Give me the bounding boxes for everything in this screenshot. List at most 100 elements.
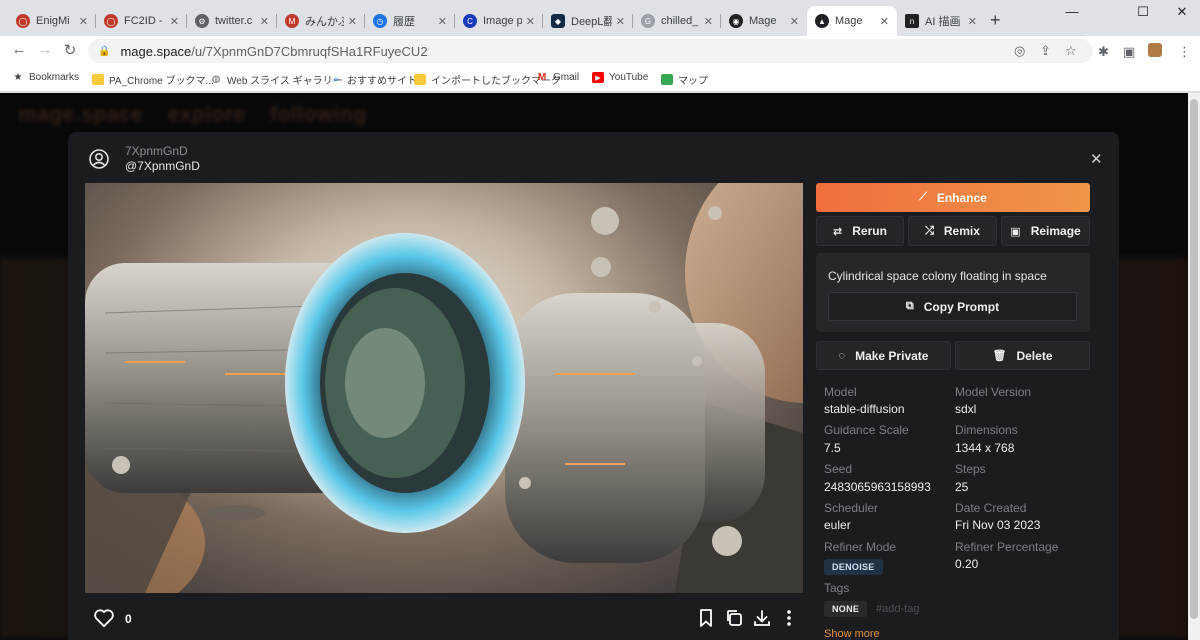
close-tab-icon[interactable]: ✕ (616, 15, 625, 28)
seed-label: Seed (824, 462, 853, 476)
search-icon: ⌕ (333, 74, 339, 85)
close-tab-icon[interactable]: ✕ (438, 15, 447, 28)
model-value: stable-diffusion (824, 402, 905, 416)
globe-icon: ◍ (211, 74, 221, 85)
bookmark-label: PA_Chrome ブックマ... (109, 76, 214, 87)
remix-label: Remix (943, 224, 980, 238)
bookmark-item[interactable]: マップ (661, 72, 708, 87)
reload-icon[interactable]: ↻ (61, 41, 79, 59)
reimage-button[interactable]: ▣ Reimage (1001, 216, 1090, 246)
profile-avatar[interactable] (1148, 43, 1162, 57)
tab-10[interactable]: n AI 描画 ✕ (897, 6, 985, 36)
side-panel-icon[interactable]: ▣ (1123, 44, 1135, 60)
bookmark-star-icon[interactable]: ☆ (1065, 43, 1077, 59)
guidance-label: Guidance Scale (824, 423, 909, 437)
extensions-puzzle-icon[interactable]: ✱ (1098, 44, 1109, 60)
close-tab-icon[interactable]: ✕ (968, 15, 977, 28)
model-version-value: sdxl (955, 402, 977, 416)
eye-off-icon: ◌ (838, 349, 846, 362)
heart-icon[interactable] (93, 608, 115, 628)
bookmark-icon[interactable] (699, 609, 713, 627)
scrollbar-thumb[interactable] (1190, 99, 1198, 619)
username[interactable]: 7XpnmGnD (125, 144, 188, 158)
copy-prompt-button[interactable]: ⧉ Copy Prompt (828, 292, 1077, 321)
lock-icon[interactable]: 🔒 (98, 46, 110, 57)
tab-strip: ◯ EnigMi ✕ ◯ FC2ID - ✕ ⚙ twitter.c ✕ M み… (0, 0, 1200, 36)
rerun-button[interactable]: ⇄ Rerun (816, 216, 904, 246)
minimize-button[interactable]: — (1062, 4, 1082, 19)
url-path: /u/7XpnmGnD7CbmruqfSHa1RFuyeCU2 (191, 43, 428, 59)
close-window-button[interactable]: ✕ (1172, 4, 1192, 20)
tab-title: DeepL翻 (571, 16, 612, 28)
mage-icon: ◉ (729, 14, 743, 28)
tab-5[interactable]: C Image p ✕ (455, 6, 543, 36)
download-icon[interactable] (753, 609, 771, 627)
tab-title: みんかぶ (305, 16, 344, 28)
close-tab-icon[interactable]: ✕ (79, 15, 88, 28)
close-tab-icon[interactable]: ✕ (790, 15, 799, 28)
close-tab-icon[interactable]: ✕ (170, 15, 179, 28)
deepl-icon: ◆ (551, 14, 565, 28)
tab-4[interactable]: ◷ 履歴 ✕ (365, 6, 455, 36)
opera-icon: ◯ (104, 14, 118, 28)
tab-title: Mage (749, 15, 777, 27)
close-tab-icon[interactable]: ✕ (260, 15, 269, 28)
youtube-icon: ▶ (592, 72, 604, 83)
tab-1[interactable]: ◯ FC2ID - ✕ (96, 6, 187, 36)
bookmark-label: おすすめサイト (347, 76, 417, 87)
remix-button[interactable]: ⤮ Remix (908, 216, 997, 246)
add-tag-input[interactable]: #add-tag (876, 603, 919, 615)
bookmark-item[interactable]: PA_Chrome ブックマ... (92, 72, 214, 87)
reimage-label: Reimage (1030, 224, 1081, 238)
enhance-label: Enhance (936, 190, 987, 205)
close-icon[interactable]: ✕ (1090, 150, 1103, 168)
more-options-icon[interactable] (785, 609, 793, 627)
bookmark-item[interactable]: M Gmail (536, 72, 579, 83)
bookmark-item[interactable]: ▶ YouTube (592, 72, 648, 83)
image-detail-modal: 7XpnmGnD @7XpnmGnD ✕ 0 ⟋ Enhance ⇄ Rerun… (68, 132, 1119, 640)
scheduler-label: Scheduler (824, 501, 879, 515)
tab-7[interactable]: G chilled_ ✕ (633, 6, 721, 36)
back-icon[interactable]: ← (10, 41, 28, 58)
tab-2[interactable]: ⚙ twitter.c ✕ (187, 6, 277, 36)
tab-8[interactable]: ◉ Mage ✕ (721, 6, 807, 36)
bookmark-label: Gmail (553, 72, 580, 83)
maximize-button[interactable]: ☐ (1133, 4, 1153, 20)
delete-button[interactable]: 🗑 Delete (955, 341, 1090, 370)
close-tab-icon[interactable]: ✕ (348, 15, 357, 28)
tags-label: Tags (824, 581, 850, 595)
user-avatar-icon[interactable] (88, 148, 110, 170)
show-more-link[interactable]: Show more (824, 628, 880, 640)
close-tab-icon[interactable]: ✕ (526, 15, 535, 28)
scheduler-value: euler (824, 518, 851, 532)
google-lens-icon[interactable]: ◎ (1014, 43, 1025, 59)
shuffle-icon: ⤮ (925, 224, 934, 237)
address-bar[interactable]: 🔒 mage.space /u/7XpnmGnD7CbmruqfSHa1RFuy… (88, 39, 1093, 63)
bookmark-label: マップ (678, 76, 708, 87)
generated-image[interactable] (85, 183, 803, 593)
share-icon[interactable]: ⇪ (1040, 43, 1051, 59)
forward-icon[interactable]: → (36, 41, 54, 58)
tab-0[interactable]: ◯ EnigMi ✕ (8, 6, 96, 36)
new-tab-button[interactable]: + (990, 10, 1001, 31)
model-label: Model (824, 385, 857, 399)
tab-title: chilled_ (661, 15, 699, 27)
tab-9-active[interactable]: ▲ Mage ✕ (807, 6, 897, 36)
google-g-icon: G (641, 14, 655, 28)
star-icon: ★ (13, 72, 23, 83)
enhance-button[interactable]: ⟋ Enhance (816, 183, 1090, 212)
bookmark-item[interactable]: ⌕ おすすめサイト (330, 72, 417, 87)
user-handle[interactable]: @7XpnmGnD (125, 159, 200, 173)
close-tab-icon[interactable]: ✕ (704, 15, 713, 28)
page-scrollbar[interactable] (1188, 93, 1200, 640)
menu-kebab-icon[interactable]: ⋮ (1178, 44, 1191, 60)
bookmark-label: YouTube (609, 72, 649, 83)
copy-image-icon[interactable] (725, 609, 743, 627)
bookmark-item[interactable]: ★ Bookmarks (12, 72, 80, 83)
folder-icon (92, 74, 104, 85)
make-private-button[interactable]: ◌ Make Private (816, 341, 951, 370)
bookmark-item[interactable]: ◍ Web スライス ギャラリー (210, 72, 343, 87)
close-tab-icon[interactable]: ✕ (880, 15, 889, 28)
tab-6[interactable]: ◆ DeepL翻 ✕ (543, 6, 633, 36)
tab-3[interactable]: M みんかぶ ✕ (277, 6, 365, 36)
